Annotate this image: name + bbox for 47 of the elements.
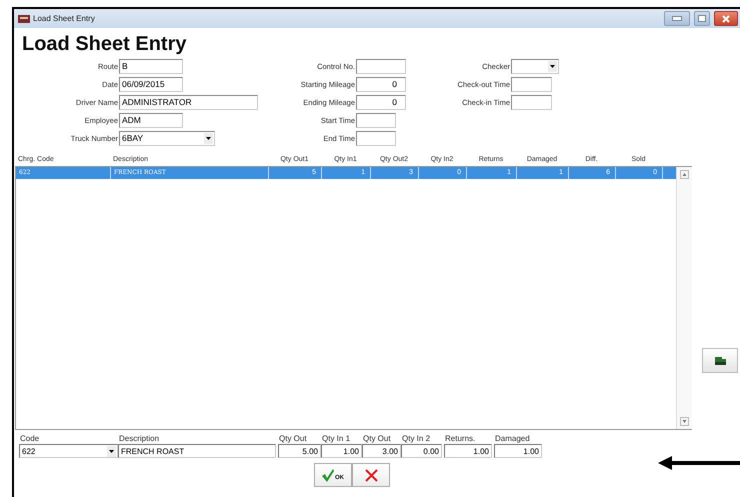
input-field[interactable]: 5.00 xyxy=(278,444,321,458)
input-field[interactable]: ADMINISTRATOR xyxy=(119,94,258,110)
column-label: Returns. xyxy=(444,434,476,444)
column-label: Description xyxy=(118,434,160,444)
input-field[interactable]: B xyxy=(119,58,183,74)
dropdown-caret-icon[interactable] xyxy=(107,446,116,456)
input-field[interactable]: 06/09/2015 xyxy=(119,76,183,92)
scrollbar[interactable] xyxy=(676,167,692,429)
close-button[interactable] xyxy=(714,11,738,26)
input-field[interactable]: 1.00 xyxy=(444,444,492,458)
input-field[interactable] xyxy=(356,58,406,74)
close-icon xyxy=(722,14,730,22)
input-field[interactable]: 0.00 xyxy=(401,444,442,458)
dropdown-field[interactable]: 622 xyxy=(19,444,118,458)
column-label: Code xyxy=(19,434,40,444)
input-field[interactable]: ADM xyxy=(119,112,183,128)
column-label: Qty Out xyxy=(278,434,308,444)
page-heading: Load Sheet Entry xyxy=(22,32,188,56)
input-field[interactable]: 0 xyxy=(356,76,406,92)
window-title: Load Sheet Entry xyxy=(33,14,95,23)
app-icon xyxy=(18,14,30,24)
checkmark-icon xyxy=(322,468,334,482)
input-field[interactable] xyxy=(356,130,396,146)
column-label: Qty Out xyxy=(362,434,392,444)
input-field[interactable]: 1.00 xyxy=(494,444,542,458)
input-field[interactable] xyxy=(511,76,552,92)
column-label: Damaged xyxy=(494,434,531,444)
scroll-down-icon[interactable] xyxy=(680,417,689,426)
dropdown-caret-icon[interactable] xyxy=(548,60,557,72)
truck-button[interactable] xyxy=(702,348,738,373)
input-field[interactable] xyxy=(511,94,552,110)
input-field[interactable]: 3.00 xyxy=(362,444,401,458)
maximize-button[interactable] xyxy=(694,11,710,26)
truck-icon xyxy=(714,356,726,364)
dropdown-caret-icon[interactable] xyxy=(204,132,213,144)
cancel-button[interactable] xyxy=(352,463,390,487)
input-field[interactable]: 1.00 xyxy=(321,444,362,458)
column-label: Qty In 1 xyxy=(321,434,352,444)
dropdown-field[interactable]: 6BAY xyxy=(119,130,215,146)
input-field[interactable]: FRENCH ROAST xyxy=(118,444,276,458)
input-field[interactable] xyxy=(356,112,396,128)
dropdown-field[interactable] xyxy=(511,58,559,74)
column-label: Qty In 2 xyxy=(401,434,432,444)
scroll-up-icon[interactable] xyxy=(680,170,689,179)
close-icon xyxy=(364,468,378,482)
minimize-button[interactable] xyxy=(664,11,690,26)
input-field[interactable]: 0 xyxy=(356,94,406,110)
